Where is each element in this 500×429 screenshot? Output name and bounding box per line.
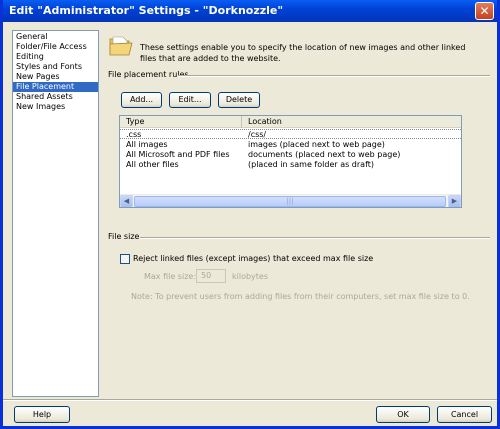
table-row[interactable]: All images images (placed next to web pa…	[120, 140, 461, 149]
help-button[interactable]: Help	[14, 406, 70, 423]
add-button[interactable]: Add...	[121, 92, 162, 108]
separator-line	[140, 237, 490, 239]
cell-location: images (placed next to web page)	[248, 140, 385, 149]
scroll-left-button[interactable]: ◀	[120, 195, 133, 207]
ok-button[interactable]: OK	[376, 406, 430, 423]
title-bar[interactable]: Edit "Administrator" Settings - "Dorknoz…	[3, 0, 497, 22]
placement-rules-table[interactable]: Type Location .css /css/ All images imag…	[119, 115, 462, 208]
cell-type: All images	[126, 140, 168, 149]
window-title: Edit "Administrator" Settings - "Dorknoz…	[9, 4, 284, 17]
cell-location: /css/	[248, 130, 267, 139]
file-size-note: Note: To prevent users from adding files…	[131, 292, 470, 301]
file-size-section-label: File size	[108, 232, 140, 241]
column-header-type[interactable]: Type	[120, 116, 242, 128]
category-list[interactable]: General Folder/File Access Editing Style…	[12, 30, 99, 397]
table-row[interactable]: .css /css/	[120, 129, 461, 139]
cell-location: (placed in same folder as draft)	[248, 160, 375, 169]
table-row[interactable]: All other files (placed in same folder a…	[120, 160, 461, 169]
edit-button[interactable]: Edit...	[169, 92, 211, 108]
scrollbar-grip-icon: |||	[286, 197, 294, 205]
max-file-size-unit: kilobytes	[232, 272, 269, 281]
close-button[interactable]: ✕	[475, 2, 494, 20]
category-item-styles-and-fonts[interactable]: Styles and Fonts	[13, 62, 98, 72]
category-item-editing[interactable]: Editing	[13, 52, 98, 62]
category-item-new-pages[interactable]: New Pages	[13, 72, 98, 82]
settings-dialog: Edit "Administrator" Settings - "Dorknoz…	[0, 0, 500, 429]
reject-files-label[interactable]: Reject linked files (except images) that…	[133, 254, 373, 263]
delete-button[interactable]: Delete	[218, 92, 260, 108]
file-placement-section-label: File placement rules	[108, 70, 189, 79]
table-header: Type Location	[120, 116, 461, 128]
category-item-general[interactable]: General	[13, 32, 98, 42]
scroll-right-button[interactable]: ▶	[448, 195, 461, 207]
max-file-size-label: Max file size:	[144, 272, 197, 281]
scroll-right-icon: ▶	[451, 197, 458, 205]
category-item-shared-assets[interactable]: Shared Assets	[13, 92, 98, 102]
folder-icon	[109, 36, 133, 56]
category-item-new-images[interactable]: New Images	[13, 102, 98, 112]
category-item-file-placement[interactable]: File Placement	[13, 82, 98, 92]
cell-type: All Microsoft and PDF files	[126, 150, 230, 159]
column-header-location[interactable]: Location	[242, 116, 461, 128]
scroll-left-icon: ◀	[123, 197, 130, 205]
footer-separator	[3, 399, 497, 401]
intro-text: These settings enable you to specify the…	[140, 43, 466, 63]
cancel-button[interactable]: Cancel	[437, 406, 492, 423]
cell-type: .css	[126, 130, 142, 139]
close-icon: ✕	[479, 4, 490, 18]
max-file-size-input[interactable]: 50	[196, 269, 226, 283]
table-row[interactable]: All Microsoft and PDF files documents (p…	[120, 150, 461, 159]
separator-line	[178, 75, 490, 77]
scrollbar-thumb[interactable]: |||	[134, 196, 446, 207]
category-item-folder-file-access[interactable]: Folder/File Access	[13, 42, 98, 52]
reject-files-checkbox[interactable]	[120, 254, 130, 264]
horizontal-scrollbar[interactable]: ◀ ||| ▶	[120, 194, 461, 207]
cell-location: documents (placed next to web page)	[248, 150, 401, 159]
cell-type: All other files	[126, 160, 179, 169]
